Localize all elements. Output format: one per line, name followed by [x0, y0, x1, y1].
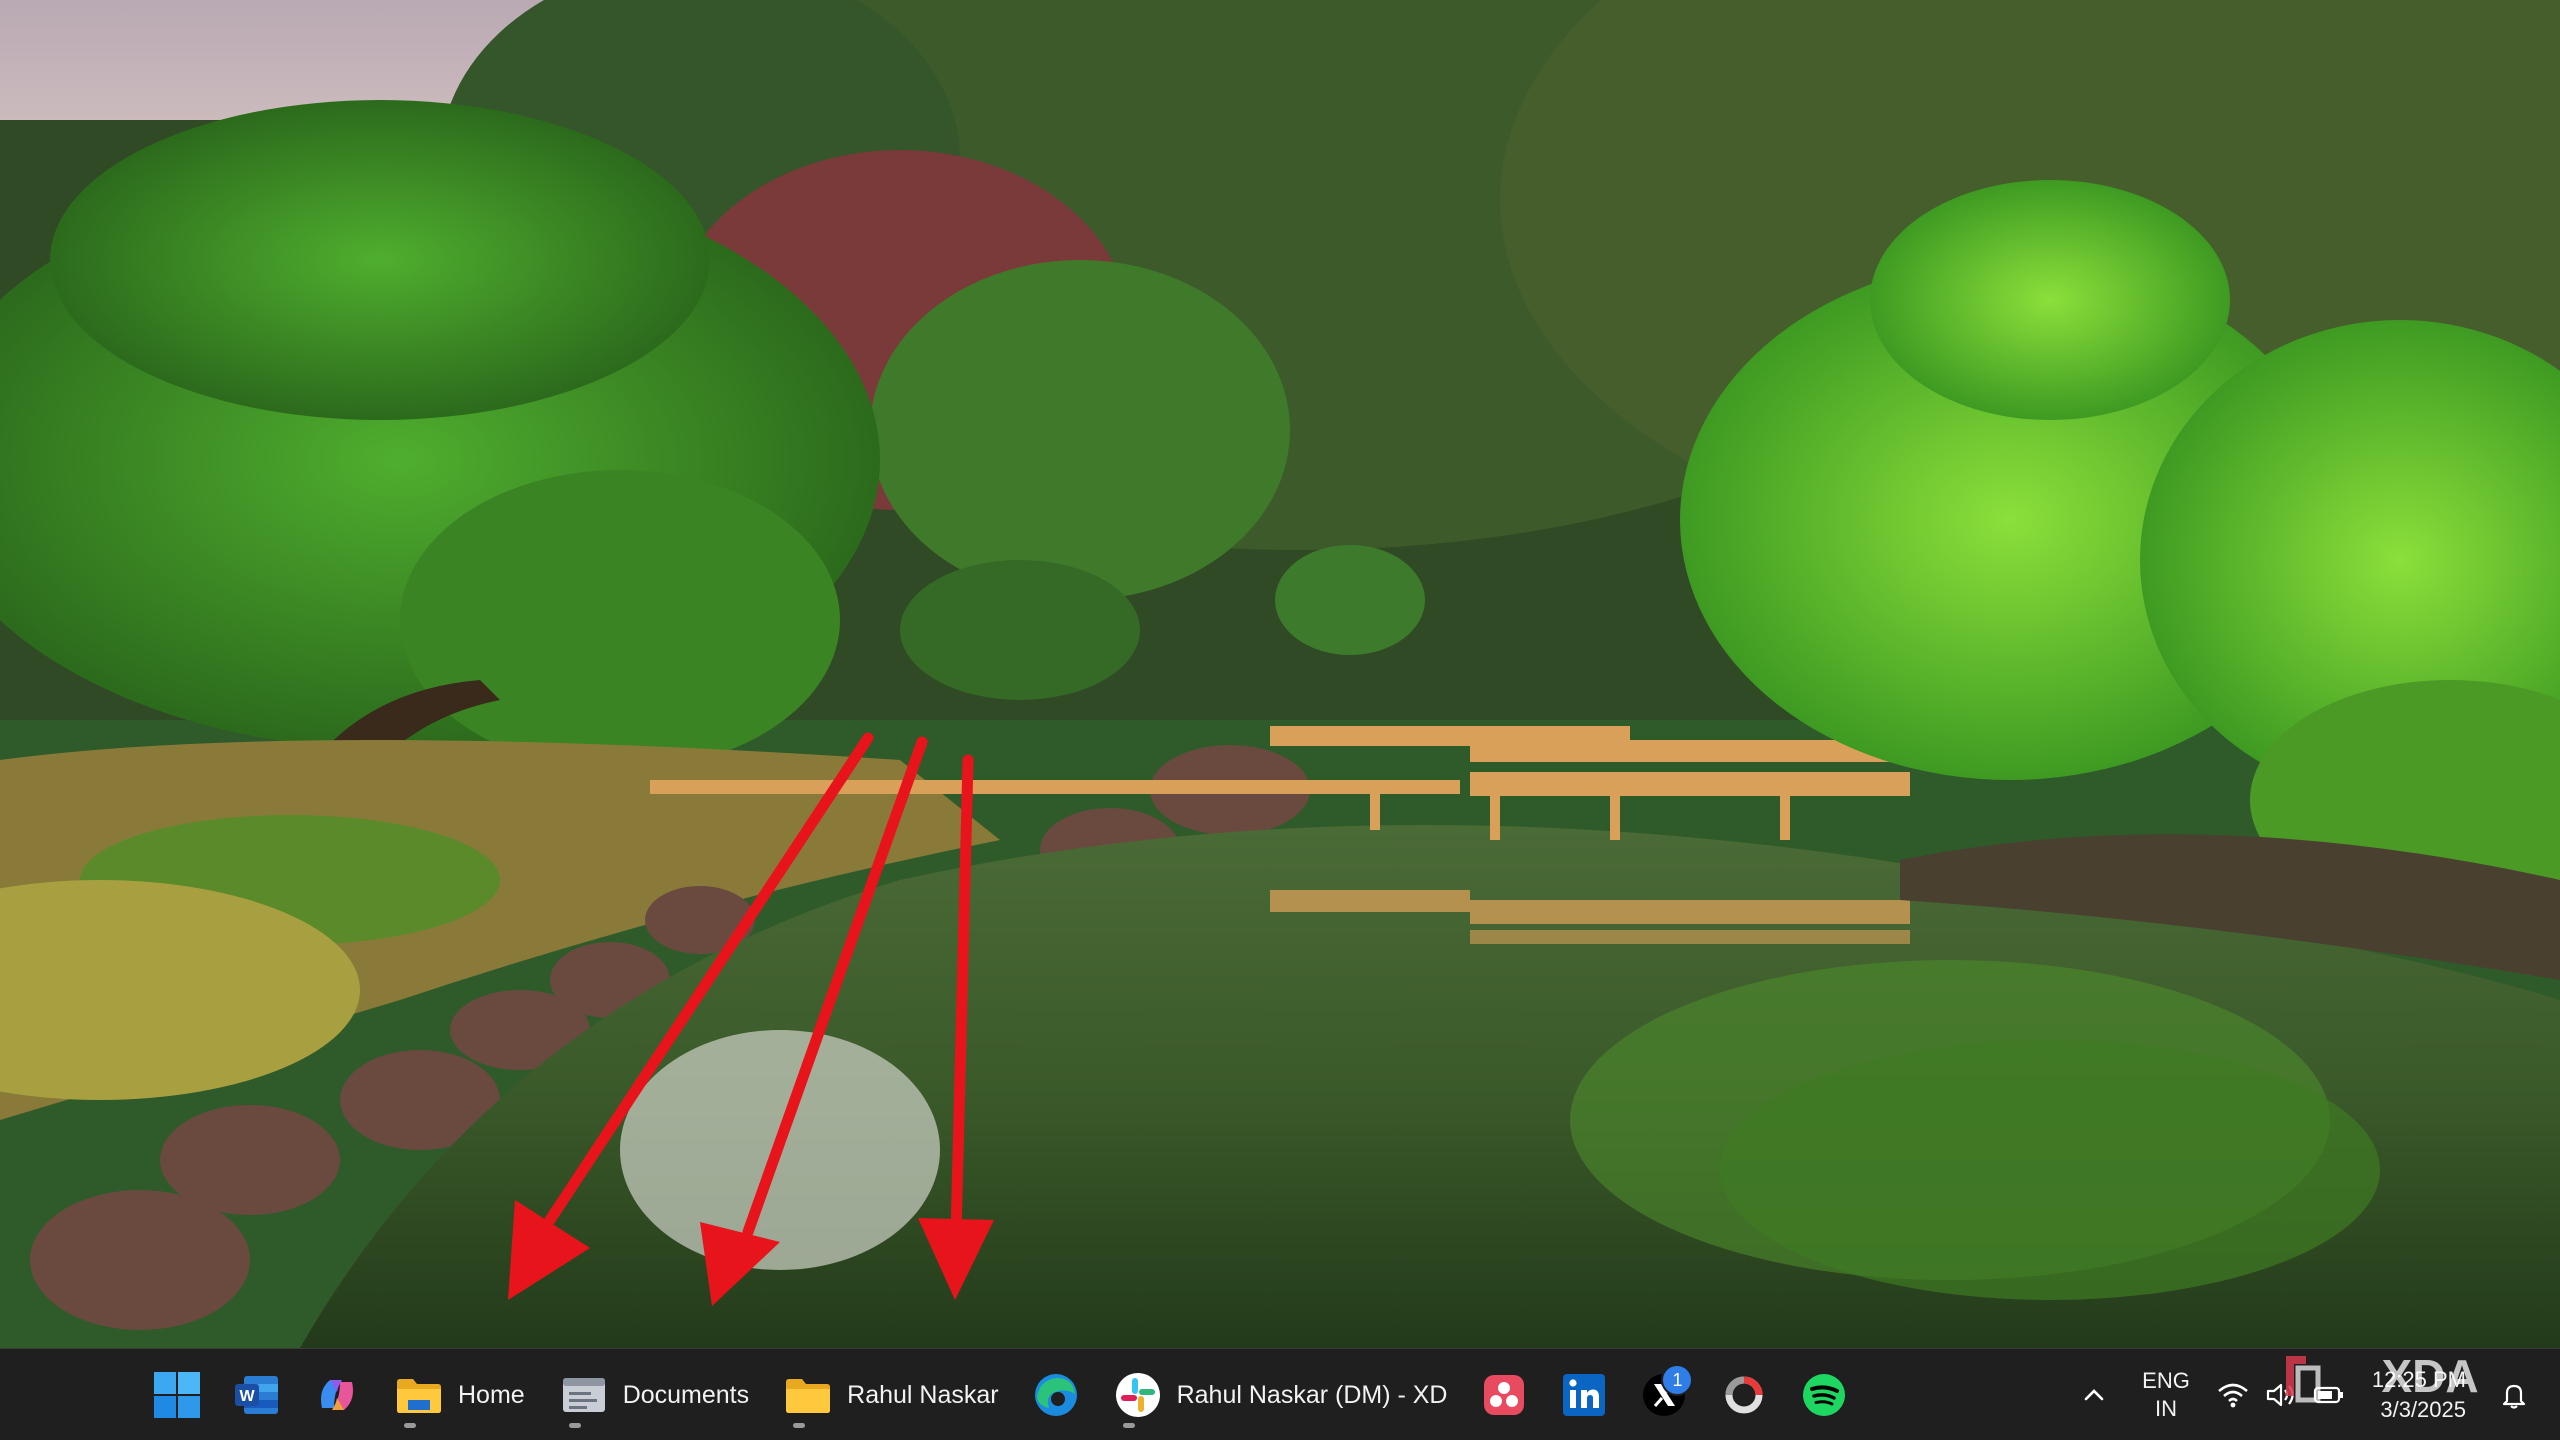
garden-wallpaper — [0, 0, 2560, 1348]
taskbar: W Home Documents Rahul Naskar Rahul Nask… — [0, 1348, 2560, 1440]
start-button[interactable] — [140, 1358, 214, 1432]
ring-icon — [1725, 1376, 1763, 1414]
wifi-icon — [2217, 1383, 2248, 1408]
show-hidden-icons-button[interactable] — [2064, 1360, 2124, 1430]
language-code: ENG — [2142, 1368, 2190, 1393]
word-button[interactable]: W — [220, 1358, 294, 1432]
edge-icon — [1034, 1374, 1077, 1416]
taskbar-item-slack[interactable]: Rahul Naskar (DM) - XD — [1099, 1358, 1462, 1432]
running-indicator — [404, 1423, 416, 1428]
copilot-icon — [321, 1380, 353, 1410]
running-indicator — [1122, 1423, 1135, 1428]
watermark-text: XDA — [2381, 1350, 2478, 1402]
input-language-button[interactable]: ENG IN — [2134, 1360, 2198, 1430]
x-button[interactable]: 1 — [1627, 1358, 1701, 1432]
running-indicator — [793, 1423, 806, 1428]
desktop — [0, 0, 2560, 1348]
folder-icon — [397, 1379, 441, 1413]
word-icon: W — [235, 1376, 278, 1414]
taskbar-item-label: Documents — [622, 1380, 750, 1409]
running-indicator — [568, 1423, 581, 1428]
slack-icon — [1115, 1373, 1160, 1417]
folder-icon — [786, 1379, 831, 1413]
taskbar-item-label: Home — [458, 1380, 525, 1409]
spotify-button[interactable] — [1787, 1358, 1861, 1432]
windows-logo-icon — [154, 1372, 200, 1418]
spotify-icon — [1803, 1374, 1846, 1416]
ring-app-button[interactable] — [1707, 1358, 1781, 1432]
xda-watermark-logo: XDA — [2286, 1350, 2479, 1403]
taskbar-item-documents[interactable]: Documents — [545, 1358, 763, 1432]
taskbar-item-label: Rahul Naskar (DM) - XD — [1176, 1380, 1448, 1409]
linkedin-button[interactable] — [1547, 1358, 1621, 1432]
taskbar-apps: W Home Documents Rahul Naskar Rahul Nask… — [140, 1349, 1861, 1441]
linkedin-icon — [1563, 1374, 1606, 1416]
copilot-button[interactable] — [300, 1358, 374, 1432]
svg-text:W: W — [239, 1388, 255, 1405]
edge-button[interactable] — [1019, 1358, 1093, 1432]
language-region: IN — [2154, 1396, 2177, 1421]
red-app-button[interactable] — [1467, 1358, 1541, 1432]
document-window-icon — [562, 1378, 605, 1412]
taskbar-item-label: Rahul Naskar — [847, 1380, 999, 1409]
app-icon — [1484, 1375, 1525, 1415]
chevron-up-icon — [2084, 1389, 2104, 1401]
taskbar-item-rahul-naskar[interactable]: Rahul Naskar — [769, 1358, 1012, 1432]
taskbar-item-home[interactable]: Home — [380, 1358, 539, 1432]
